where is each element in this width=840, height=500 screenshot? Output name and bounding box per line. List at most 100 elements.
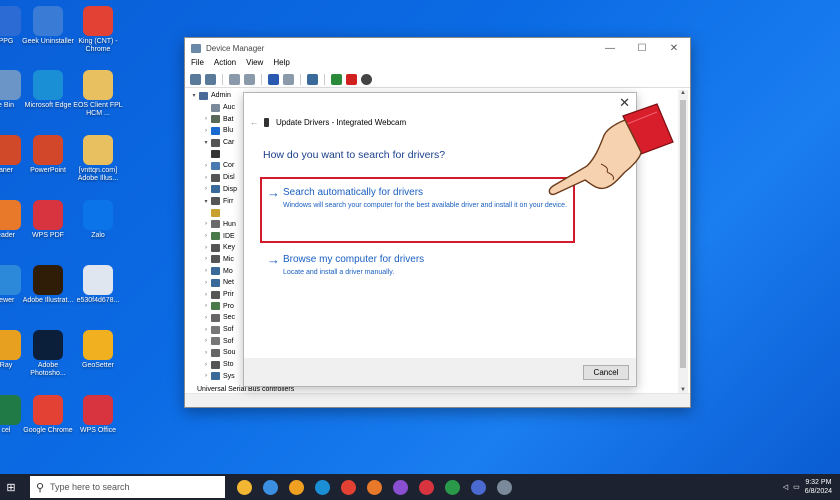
- speaker-icon[interactable]: ◁: [783, 483, 788, 491]
- expand-icon[interactable]: ›: [201, 338, 211, 344]
- tree-item[interactable]: › Disl: [185, 172, 245, 184]
- tree-item[interactable]: › Cor: [185, 160, 245, 172]
- expand-icon[interactable]: ▾: [201, 139, 211, 146]
- close-icon[interactable]: ✕: [658, 43, 690, 54]
- tree-item[interactable]: › Sou: [185, 347, 245, 359]
- desktop-icon[interactable]: Geek Uninstaller: [22, 6, 74, 46]
- device-manager-titlebar[interactable]: Device Manager — ☐ ✕: [185, 38, 690, 58]
- back-arrow-icon[interactable]: ←: [244, 117, 264, 127]
- taskbar-app-icon[interactable]: [387, 474, 413, 500]
- network-icon[interactable]: ▭: [793, 483, 800, 491]
- cancel-button[interactable]: Cancel: [583, 365, 629, 380]
- tree-item[interactable]: › Sec: [185, 312, 245, 324]
- tree-item[interactable]: › Disp: [185, 184, 245, 196]
- tree-item[interactable]: › Hun: [185, 219, 245, 231]
- scrollbar-thumb[interactable]: [680, 100, 686, 368]
- expand-icon[interactable]: ▾: [189, 92, 199, 99]
- expand-icon[interactable]: ›: [201, 175, 211, 181]
- desktop-icon[interactable]: Microsoft Edge: [22, 70, 74, 110]
- tree-item[interactable]: ▾ Car: [185, 137, 245, 149]
- tree-item[interactable]: › Mic: [185, 254, 245, 266]
- menu-view[interactable]: View: [246, 58, 263, 72]
- tree-item[interactable]: › Blu: [185, 125, 245, 137]
- tree-item-usb[interactable]: Universal Serial Bus controllers: [197, 386, 294, 393]
- clock[interactable]: 9:32 PM 6/8/2024: [805, 478, 832, 496]
- properties-icon[interactable]: [229, 74, 240, 85]
- expand-icon[interactable]: ›: [201, 303, 211, 309]
- expand-icon[interactable]: ›: [201, 315, 211, 321]
- menu-action[interactable]: Action: [214, 58, 236, 72]
- expand-icon[interactable]: ›: [201, 280, 211, 286]
- taskbar-app-icon[interactable]: [491, 474, 517, 500]
- desktop-icon[interactable]: Adobe Illustrat...: [22, 265, 74, 305]
- tree-item[interactable]: Auc: [185, 102, 245, 114]
- tree-item[interactable]: [185, 148, 245, 160]
- desktop-icon[interactable]: King (CNT) - Chrome: [72, 6, 124, 54]
- tree-item[interactable]: › Sof: [185, 335, 245, 347]
- desktop-icon[interactable]: [vnttqn.com] Adobe Illus...: [72, 135, 124, 183]
- expand-icon[interactable]: ›: [201, 268, 211, 274]
- tree-item[interactable]: › Mo: [185, 265, 245, 277]
- expand-icon[interactable]: ›: [201, 245, 211, 251]
- expand-icon[interactable]: ▾: [201, 198, 211, 205]
- expand-icon[interactable]: ›: [201, 233, 211, 239]
- tree-item[interactable]: › Key: [185, 242, 245, 254]
- desktop-icon[interactable]: Zalo: [72, 200, 124, 240]
- windows-start-icon[interactable]: ⊞: [0, 481, 22, 494]
- desktop-icon[interactable]: Adobe Photosho...: [22, 330, 74, 378]
- expand-icon[interactable]: ›: [201, 186, 211, 192]
- back-icon[interactable]: [190, 74, 201, 85]
- taskbar-app-icon[interactable]: [335, 474, 361, 500]
- forward-icon[interactable]: [205, 74, 216, 85]
- expand-icon[interactable]: ›: [201, 256, 211, 262]
- tree-item[interactable]: › Sto: [185, 359, 245, 371]
- expand-icon[interactable]: ›: [201, 292, 211, 298]
- expand-icon[interactable]: ›: [201, 116, 211, 122]
- tree-item[interactable]: › Net: [185, 277, 245, 289]
- taskbar-app-icon[interactable]: [309, 474, 335, 500]
- vertical-scrollbar[interactable]: ▲ ▼: [678, 90, 688, 393]
- desktop-icon[interactable]: Google Chrome: [22, 395, 74, 435]
- help-icon[interactable]: [268, 74, 279, 85]
- expand-icon[interactable]: ›: [201, 373, 211, 379]
- desktop-icon[interactable]: EOS Client FPL HCM ...: [72, 70, 124, 118]
- option-title[interactable]: Browse my computer for drivers: [283, 254, 573, 266]
- menu-file[interactable]: File: [191, 58, 204, 72]
- update-driver-icon[interactable]: [331, 74, 342, 85]
- expand-icon[interactable]: ›: [201, 163, 211, 169]
- tree-item[interactable]: › Bat: [185, 113, 245, 125]
- taskbar-app-icon[interactable]: [465, 474, 491, 500]
- taskbar-app-icon[interactable]: [439, 474, 465, 500]
- minimize-icon[interactable]: —: [594, 43, 626, 54]
- tree-item[interactable]: ▾ Admin: [185, 90, 245, 102]
- view-icon[interactable]: [283, 74, 294, 85]
- desktop-icon[interactable]: WPS PDF: [22, 200, 74, 240]
- tree-item[interactable]: ▾ Firr: [185, 195, 245, 207]
- tree-item[interactable]: › Prir: [185, 289, 245, 301]
- expand-icon[interactable]: ›: [201, 362, 211, 368]
- list-icon[interactable]: [244, 74, 255, 85]
- expand-icon[interactable]: ›: [201, 350, 211, 356]
- desktop-icon[interactable]: e530f4d678...: [72, 265, 124, 305]
- disable-icon[interactable]: [361, 74, 372, 85]
- tree-item[interactable]: [185, 207, 245, 219]
- taskbar-app-icon[interactable]: [283, 474, 309, 500]
- expand-icon[interactable]: ›: [201, 221, 211, 227]
- taskbar-app-icon[interactable]: [231, 474, 257, 500]
- browse-computer-option[interactable]: → Browse my computer for drivers Locate …: [267, 253, 573, 278]
- taskbar-app-icon[interactable]: [413, 474, 439, 500]
- menu-help[interactable]: Help: [273, 58, 289, 72]
- scan-hardware-icon[interactable]: [307, 74, 318, 85]
- expand-icon[interactable]: ›: [201, 128, 211, 134]
- tree-item[interactable]: › IDE: [185, 230, 245, 242]
- expand-icon[interactable]: ›: [201, 327, 211, 333]
- scroll-up-icon[interactable]: ▲: [678, 90, 688, 96]
- desktop-icon[interactable]: PowerPoint: [22, 135, 74, 175]
- desktop-icon[interactable]: WPS Office: [72, 395, 124, 435]
- horizontal-scrollbar[interactable]: [185, 393, 690, 407]
- uninstall-icon[interactable]: [346, 74, 357, 85]
- maximize-icon[interactable]: ☐: [626, 43, 658, 54]
- tree-item[interactable]: › Pro: [185, 300, 245, 312]
- tree-item[interactable]: › Sof: [185, 324, 245, 336]
- desktop-icon[interactable]: GeoSetter: [72, 330, 124, 370]
